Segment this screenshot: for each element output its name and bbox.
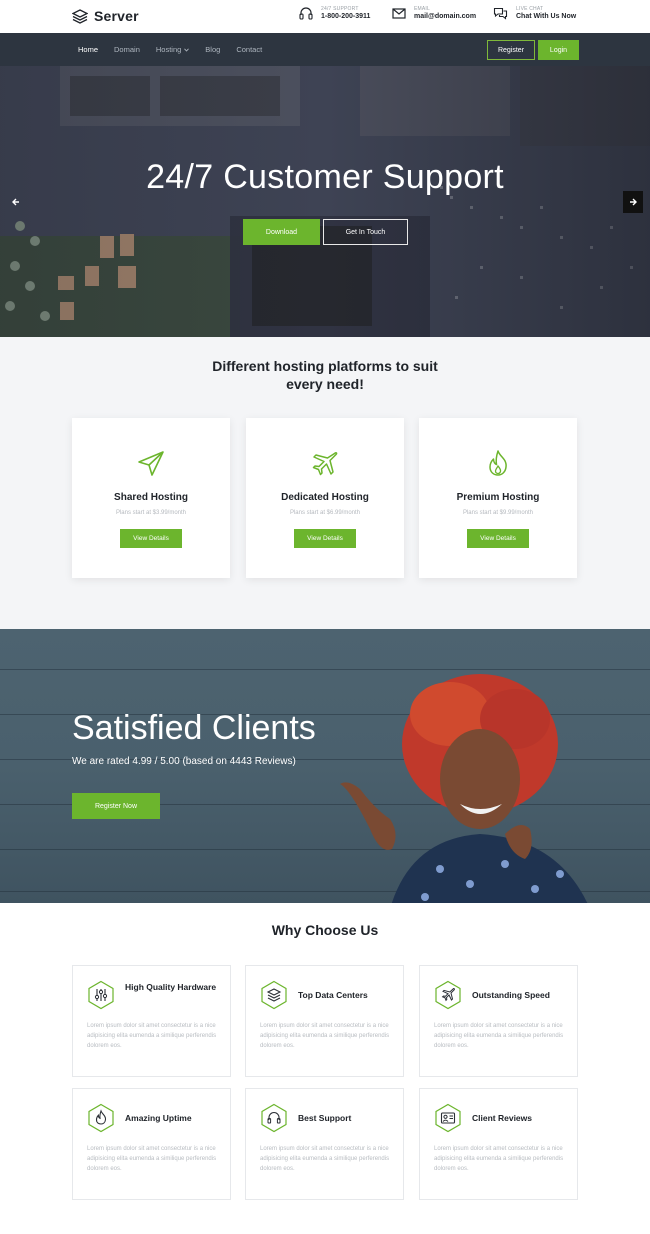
- arrow-right-icon: [628, 197, 638, 207]
- nav-item-hosting[interactable]: Hosting: [155, 45, 190, 54]
- smiling-woman-photo: [340, 674, 588, 903]
- nav-item-domain[interactable]: Domain: [114, 45, 140, 54]
- email-address[interactable]: mail@domain.com: [414, 13, 476, 21]
- card-title: Shared Hosting: [114, 492, 188, 503]
- card-subtitle: Plans start at $3.99/month: [115, 510, 187, 516]
- why-choose-us-title: Why Choose Us: [271, 922, 379, 938]
- feature-description: Lorem ipsum dolor sit amet consectetur i…: [434, 1146, 564, 1173]
- feature-title: Outstanding Speed: [472, 990, 550, 1000]
- feature-description: Lorem ipsum dolor sit amet consectetur i…: [260, 1146, 390, 1173]
- nav-item-blog[interactable]: Blog: [205, 45, 220, 54]
- slider-next-button[interactable]: [623, 191, 643, 213]
- chat-contact: LIVE CHAT Chat With Us Now: [493, 6, 576, 21]
- slider-prev-button[interactable]: [6, 191, 26, 213]
- support-phone[interactable]: 1-800-200-3911: [321, 13, 370, 21]
- airplane-icon: [310, 448, 340, 478]
- view-details-button[interactable]: View Details: [120, 529, 182, 548]
- get-in-touch-button[interactable]: Get In Touch: [323, 219, 408, 245]
- clients-title: Satisfied Clients: [72, 709, 316, 747]
- login-button[interactable]: Login: [538, 40, 579, 60]
- feature-title: Client Reviews: [472, 1113, 532, 1123]
- feature-card: Best Support Lorem ipsum dolor sit amet …: [245, 1088, 404, 1200]
- card-subtitle: Plans start at $9.99/month: [462, 510, 534, 516]
- feature-title: High Quality Hardware: [125, 982, 217, 992]
- arrow-left-icon: [11, 197, 21, 207]
- headset-icon: [259, 1103, 289, 1133]
- card-title: Premium Hosting: [456, 492, 540, 503]
- layers-logo-icon: [72, 8, 88, 24]
- feature-card: High Quality Hardware Lorem ipsum dolor …: [72, 965, 231, 1077]
- circuit-board-background: [0, 66, 650, 337]
- layers-icon: [259, 980, 289, 1010]
- user-card-icon: [433, 1103, 463, 1133]
- nav-links: Home Domain Hosting Blog Contact: [78, 33, 262, 66]
- feature-card: Top Data Centers Lorem ipsum dolor sit a…: [245, 965, 404, 1077]
- feature-card: Amazing Uptime Lorem ipsum dolor sit ame…: [72, 1088, 231, 1200]
- headphones-icon: [299, 7, 313, 20]
- feature-description: Lorem ipsum dolor sit amet consectetur i…: [87, 1146, 217, 1173]
- envelope-icon: [392, 8, 406, 19]
- clients-rating: We are rated 4.99 / 5.00 (based on 4443 …: [72, 756, 296, 767]
- feature-description: Lorem ipsum dolor sit amet consectetur i…: [87, 1023, 217, 1050]
- feature-description: Lorem ipsum dolor sit amet consectetur i…: [260, 1023, 390, 1050]
- chat-bubbles-icon: [493, 7, 508, 21]
- top-bar: Server 24/7 SUPPORT 1-800-200-3911 EMAIL…: [0, 0, 650, 33]
- card-title: Dedicated Hosting: [281, 492, 369, 503]
- hosting-platforms-section: Different hosting platforms to suit ever…: [0, 337, 650, 629]
- premium-hosting-card: Premium Hosting Plans start at $9.99/mon…: [419, 418, 577, 578]
- email-contact: EMAIL mail@domain.com: [392, 6, 476, 21]
- feature-title: Best Support: [298, 1113, 352, 1123]
- shared-hosting-card: Shared Hosting Plans start at $3.99/mont…: [72, 418, 230, 578]
- view-details-button[interactable]: View Details: [467, 529, 529, 548]
- dedicated-hosting-card: Dedicated Hosting Plans start at $6.99/m…: [246, 418, 404, 578]
- hero-title: 24/7 Customer Support: [146, 158, 504, 196]
- nav-item-home[interactable]: Home: [78, 45, 98, 54]
- download-button[interactable]: Download: [243, 219, 320, 245]
- platforms-title: Different hosting platforms to suit ever…: [212, 358, 438, 392]
- airplane-icon: [433, 980, 463, 1010]
- brand-logo[interactable]: Server: [72, 8, 139, 24]
- register-button[interactable]: Register: [487, 40, 535, 60]
- nav-item-contact[interactable]: Contact: [236, 45, 262, 54]
- hero-slider: 24/7 Customer Support Download Get In To…: [0, 66, 650, 337]
- flame-icon: [86, 1103, 116, 1133]
- brand-name: Server: [94, 8, 139, 24]
- feature-title: Top Data Centers: [298, 990, 368, 1000]
- feature-card: Outstanding Speed Lorem ipsum dolor sit …: [419, 965, 578, 1077]
- card-subtitle: Plans start at $6.99/month: [289, 510, 361, 516]
- chevron-down-icon: [184, 47, 190, 52]
- support-contact: 24/7 SUPPORT 1-800-200-3911: [299, 6, 370, 21]
- paper-plane-icon: [136, 448, 166, 478]
- feature-description: Lorem ipsum dolor sit amet consectetur i…: [434, 1023, 564, 1050]
- nav-item-hosting-label: Hosting: [155, 45, 182, 54]
- view-details-button[interactable]: View Details: [294, 529, 356, 548]
- feature-title: Amazing Uptime: [125, 1113, 192, 1123]
- sliders-icon: [86, 980, 116, 1010]
- register-now-button[interactable]: Register Now: [72, 793, 160, 819]
- chat-link[interactable]: Chat With Us Now: [516, 13, 576, 21]
- flame-icon: [483, 448, 513, 478]
- satisfied-clients-section: Satisfied Clients We are rated 4.99 / 5.…: [0, 629, 650, 903]
- feature-card: Client Reviews Lorem ipsum dolor sit ame…: [419, 1088, 578, 1200]
